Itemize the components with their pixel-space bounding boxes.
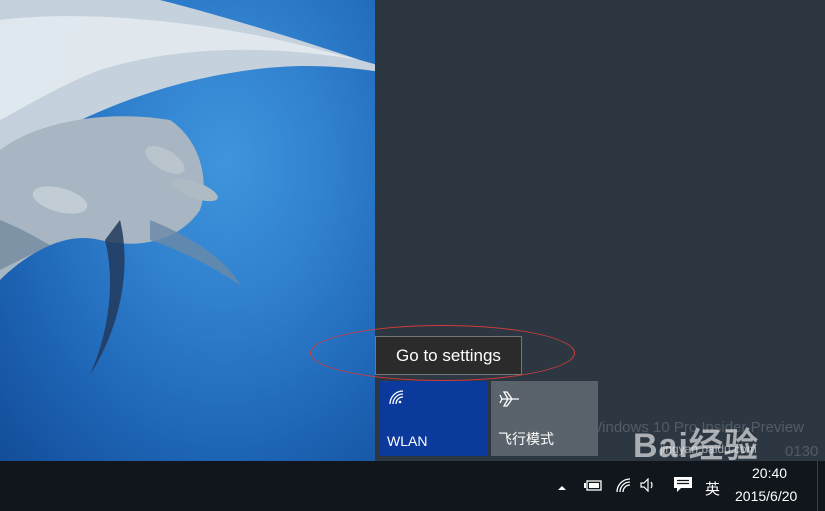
build-watermark-number: 0130 [785, 443, 819, 460]
desktop-wallpaper [0, 0, 375, 461]
show-desktop-button[interactable] [817, 461, 825, 511]
clock-date[interactable]: 2015/6/20 [735, 488, 797, 504]
notification-icon[interactable] [673, 476, 693, 499]
input-method-indicator[interactable]: 英 [705, 478, 720, 499]
taskbar [0, 461, 825, 511]
volume-icon[interactable] [640, 477, 656, 497]
clock-time[interactable]: 20:40 [752, 465, 787, 481]
wlan-tile-label: WLAN [387, 433, 428, 449]
wifi-icon [388, 389, 406, 408]
airplane-icon [499, 389, 521, 412]
battery-icon[interactable] [584, 478, 604, 497]
baidu-url-watermark: jingyan.baidu.com [660, 442, 757, 456]
wlan-quick-action-tile[interactable]: WLAN [380, 381, 487, 456]
wifi-icon[interactable] [615, 477, 633, 498]
airplane-mode-quick-action-tile[interactable]: 飞行模式 [491, 381, 598, 456]
chevron-up-icon[interactable] [557, 479, 567, 497]
airplane-mode-tile-label: 飞行模式 [498, 431, 554, 447]
manta-ray-image [0, 0, 375, 375]
annotation-ellipse [310, 325, 575, 381]
